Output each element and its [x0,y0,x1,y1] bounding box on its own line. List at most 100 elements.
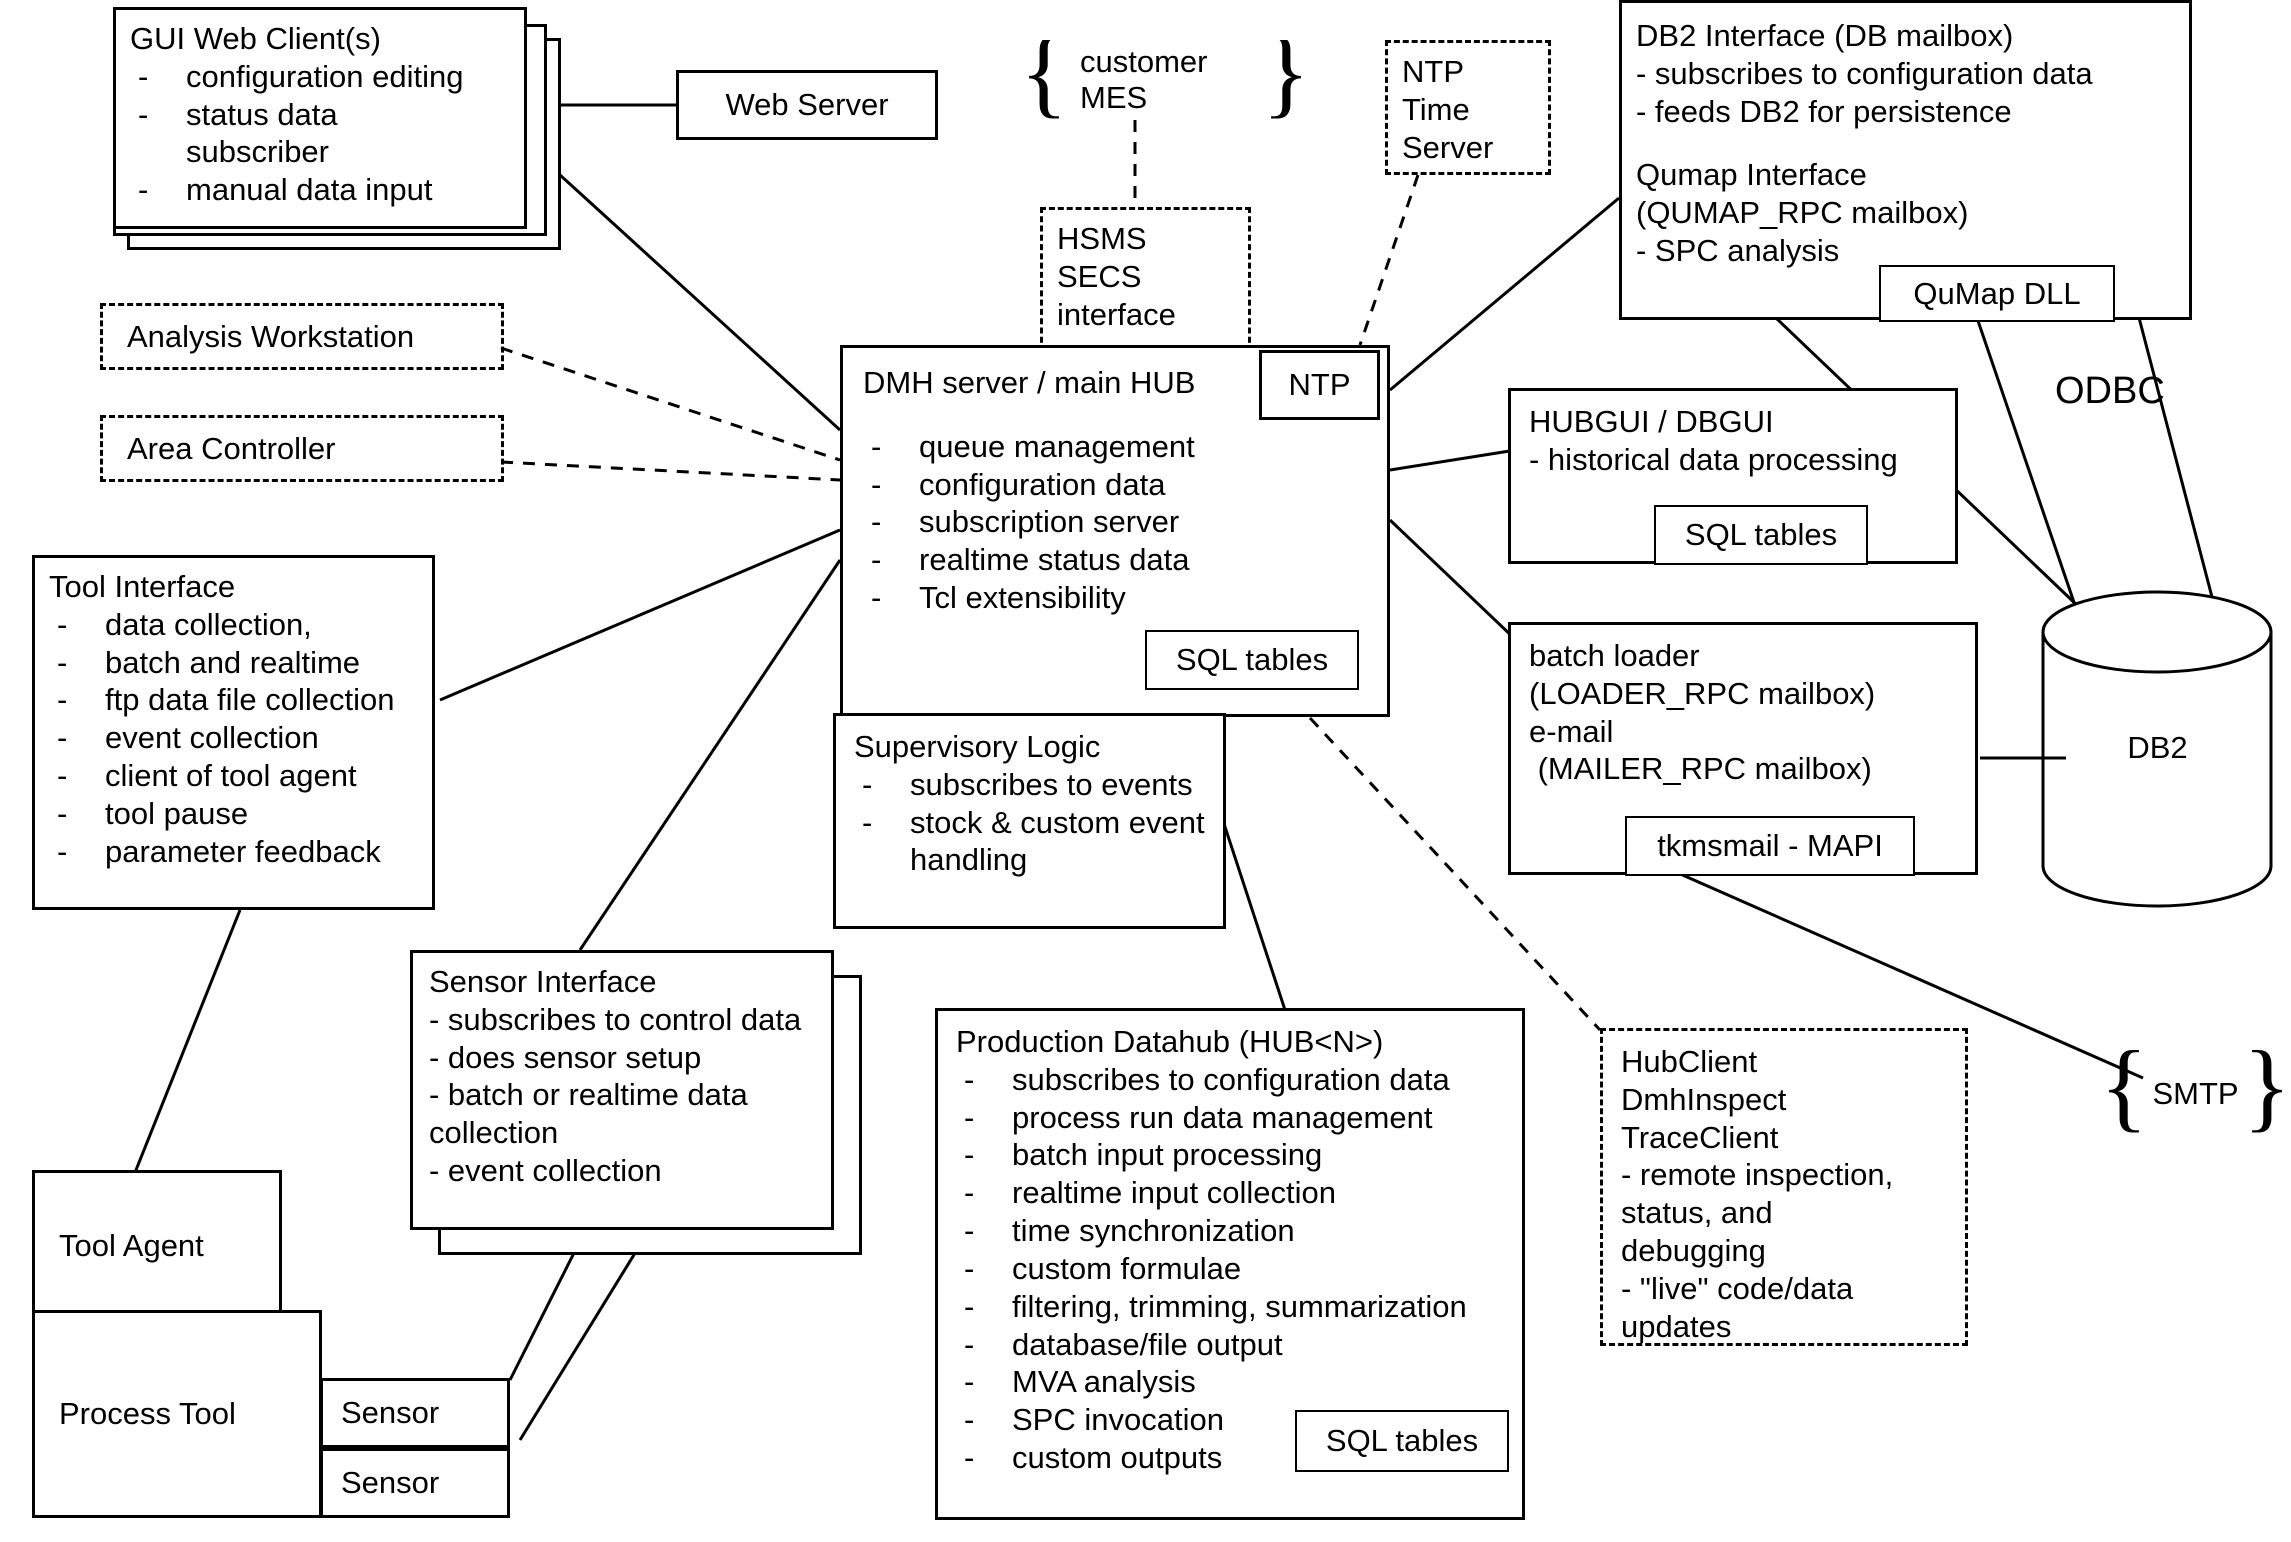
batch-loader-line4: (MAILER_RPC mailbox) [1529,751,1872,787]
qumap-dll-label: QuMap DLL [1913,275,2081,311]
edge-dmh-hubgui [1389,448,1517,472]
hub-client-line5: status, and [1621,1195,1773,1231]
list-item: queue management [863,428,1367,466]
brace-right-icon: } [1262,40,1310,127]
list-item: status data [130,96,510,134]
list-item: subscribes to events [854,766,1205,804]
list-item: ftp data file collection [49,681,418,719]
hub-client-line1: HubClient [1621,1044,1758,1079]
list-item: Tcl extensibility [863,579,1367,617]
list-item: client of tool agent [49,757,418,795]
hub-client-box[interactable]: HubClient DmhInspect TraceClient - remot… [1600,1028,1968,1346]
edge-qumapdll-db2 [1973,311,2082,621]
tool-agent-label: Tool Agent [59,1228,204,1264]
hubgui-sql-tables-label: SQL tables [1684,517,1838,553]
list-item: subscriber [186,134,329,170]
list-item: subscribes to configuration data [956,1061,1504,1099]
process-tool-label: Process Tool [59,1396,236,1432]
gui-web-client-box[interactable]: GUI Web Client(s) configuration editing … [113,7,527,229]
hub-client-line6: debugging [1621,1233,1766,1269]
area-controller-label: Area Controller [127,430,336,466]
list-item: stock & custom event handling [854,804,1205,880]
list-item: realtime input collection [956,1174,1504,1212]
gui-web-client-bullets: configuration editing status data subscr… [130,58,510,209]
hsms-line3: interface [1057,296,1176,332]
sensor-interface-bullet-1: - subscribes to control data [429,1001,802,1037]
list-item: realtime status data [863,541,1367,579]
edge-area-dmh [500,460,841,482]
ntp-time-server-box[interactable]: NTP Time Server [1385,40,1551,175]
hsms-secs-interface-box[interactable]: HSMS SECS interface [1040,207,1251,352]
list-item: database/file output [956,1326,1504,1364]
odbc-label: ODBC [2055,370,2165,412]
db2-interface-bullet-1: - subscribes to configuration data [1636,55,2093,91]
edge-analysis-dmh [500,346,841,462]
tool-interface-box[interactable]: Tool Interface data collection, batch an… [32,555,435,910]
web-server-label: Web Server [725,87,889,123]
hubgui-sql-tables-box[interactable]: SQL tables [1654,505,1868,565]
list-item: process run data management [956,1099,1504,1137]
customer-mes-group: { } customer MES [1020,40,1310,155]
tool-interface-bullets: data collection, batch and realtime ftp … [49,606,418,871]
list-item: configuration data [863,466,1367,504]
hsms-line2: SECS [1057,258,1142,294]
tool-agent-box[interactable]: Tool Agent [32,1170,282,1322]
sensor-interface-box[interactable]: Sensor Interface - subscribes to control… [410,950,834,1230]
list-item: batch input processing [956,1136,1504,1174]
customer-mes-label: customer MES [1080,44,1208,115]
batch-loader-line1: batch loader [1529,638,1700,673]
list-item: configuration editing [130,58,510,96]
hubgui-dbgui-bullet-1: - historical data processing [1529,441,1898,477]
db2-interface-bullet-2: - feeds DB2 for persistence [1636,93,2012,129]
sensor-2-label: Sensor [341,1465,440,1501]
hub-client-line2: DmhInspect [1621,1081,1787,1117]
analysis-workstation-box[interactable]: Analysis Workstation [100,303,504,370]
sensor-interface-title: Sensor Interface [429,964,657,999]
edge-gui-dmh [558,173,842,432]
ntp-time-line2: Time [1402,91,1470,127]
process-tool-box[interactable]: Process Tool [32,1310,322,1518]
ntp-box[interactable]: NTP [1259,350,1380,420]
db2-datastore[interactable]: DB2 [2040,590,2275,910]
sensor-interface-bullet-3: - batch or realtime data collection [429,1077,748,1151]
sensor-1-box[interactable]: Sensor [320,1378,510,1448]
datahub-sql-tables-label: SQL tables [1325,1423,1479,1459]
edge-odbc-db2 [2135,309,2220,621]
edge-sensorif-sensor2 [518,1244,642,1441]
architecture-diagram: GUI Web Client(s) configuration editing … [0,0,2291,1542]
edge-sensorif-sensor1 [508,1244,580,1381]
area-controller-box[interactable]: Area Controller [100,415,504,482]
hubgui-dbgui-title: HUBGUI / DBGUI [1529,404,1774,439]
sensor-2-box[interactable]: Sensor [320,1448,510,1518]
hub-client-line4: - remote inspection, [1621,1157,1894,1193]
datahub-sql-tables-box[interactable]: SQL tables [1295,1410,1509,1472]
qumap-dll-box[interactable]: QuMap DLL [1879,265,2115,322]
list-item: custom formulae [956,1250,1504,1288]
brace-left-icon: { [1020,40,1068,127]
db2-interface-title: DB2 Interface (DB mailbox) [1636,18,2014,53]
edge-toolif-toolagent [130,909,242,1181]
edge-toolif-dmh [439,528,841,702]
list-item: data collection, [49,606,418,644]
list-item: filtering, trimming, summarization [956,1288,1504,1326]
list-item: MVA analysis [956,1363,1504,1401]
production-datahub-title: Production Datahub (HUB<N>) [956,1024,1384,1059]
tkmsmail-mapi-box[interactable]: tkmsmail - MAPI [1625,816,1915,876]
supervisory-logic-box[interactable]: Supervisory Logic subscribes to events s… [833,713,1226,929]
ntp-time-line1: NTP [1402,54,1464,89]
ntp-time-line3: Server [1402,129,1494,165]
batch-loader-line2: (LOADER_RPC mailbox) [1529,675,1876,711]
edge-db2if-dmh [1389,196,1620,392]
web-server-box[interactable]: Web Server [676,70,938,140]
list-item: time synchronization [956,1212,1504,1250]
list-item: tool pause [49,795,418,833]
dmh-sql-tables-box[interactable]: SQL tables [1145,630,1359,690]
qumap-interface-mailbox: (QUMAP_RPC mailbox) [1636,195,1969,231]
ntp-label: NTP [1288,367,1351,403]
list-item: event collection [49,719,418,757]
supervisory-logic-title: Supervisory Logic [854,729,1101,764]
edge-sensorif-dmh [578,559,842,951]
batch-loader-line3: e-mail [1529,713,1614,749]
db2-store-label: DB2 [2127,730,2188,765]
dmh-server-bullets: queue management configuration data subs… [863,428,1367,617]
